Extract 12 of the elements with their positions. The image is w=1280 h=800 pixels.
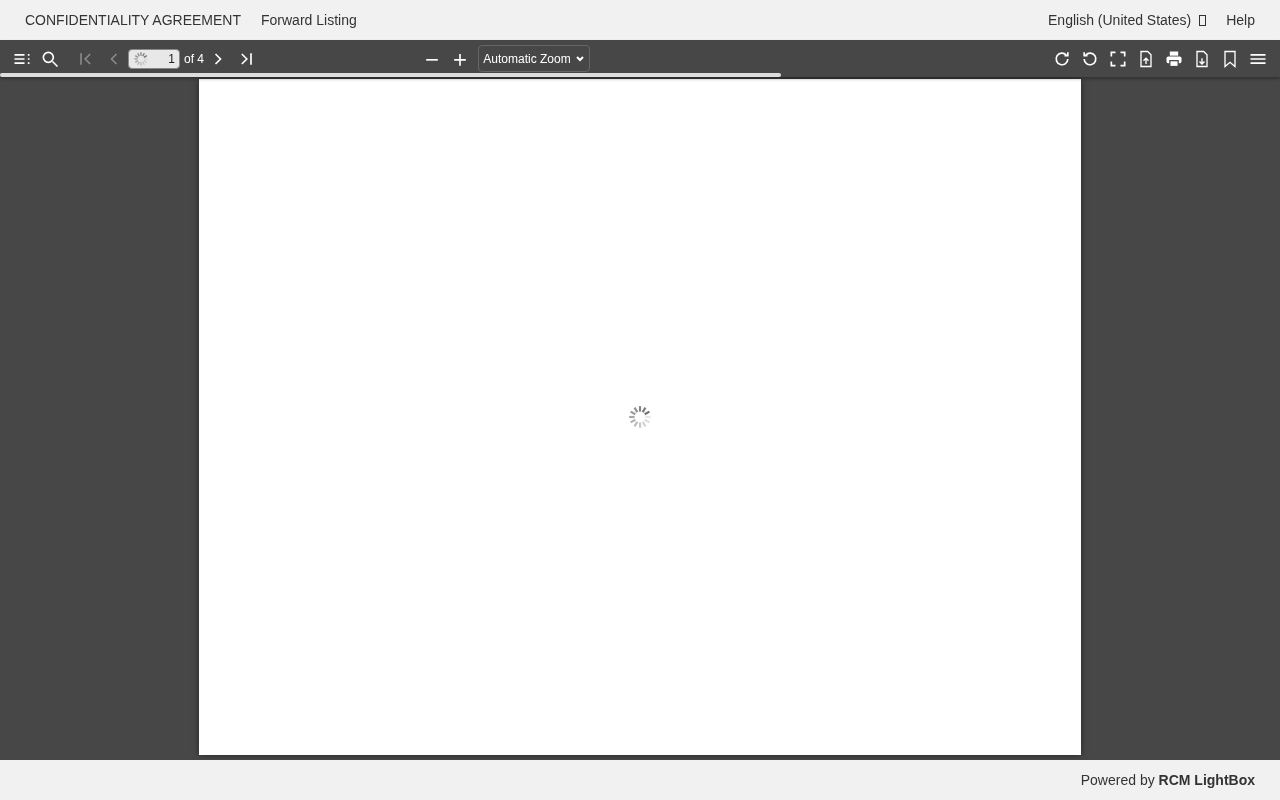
missing-glyph-icon — [1199, 14, 1207, 26]
loading-spinner-icon — [627, 404, 653, 430]
spinner-icon — [133, 50, 149, 67]
help-link[interactable]: Help — [1226, 9, 1255, 31]
powered-by-text: Powered by RCM LightBox — [1080, 770, 1255, 790]
chevron-icon — [574, 53, 585, 64]
page-count: of 4 — [184, 50, 204, 68]
zoom-select[interactable]: Automatic Zoom — [478, 45, 590, 72]
nav-link[interactable]: Forward Listing — [261, 9, 357, 31]
nav-link[interactable]: CONFIDENTIALITY AGREEMENT — [25, 9, 241, 31]
language-selector[interactable]: English (United States) — [1048, 9, 1207, 31]
page-number-field[interactable]: 1 — [128, 48, 180, 69]
